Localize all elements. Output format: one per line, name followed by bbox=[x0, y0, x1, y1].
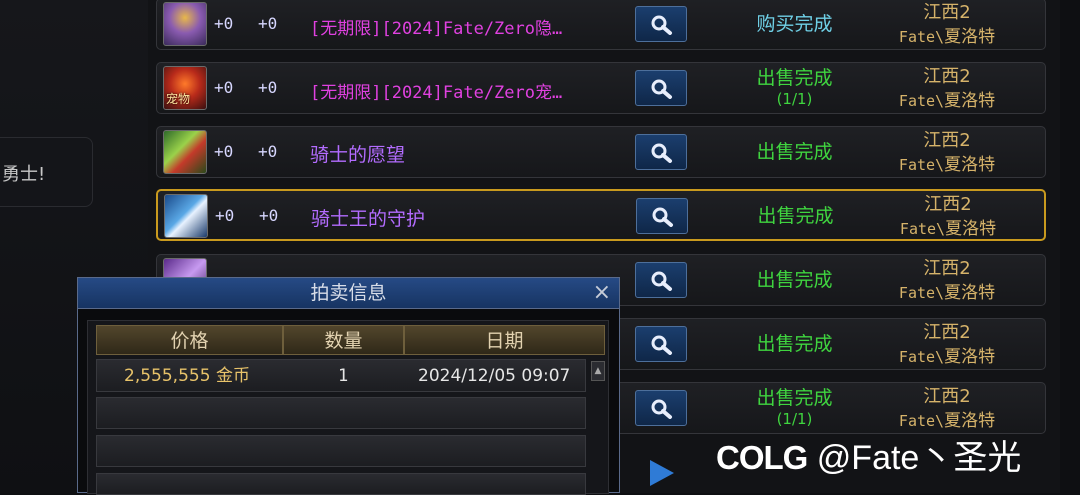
search-button[interactable] bbox=[635, 262, 687, 298]
item-icon-weapon[interactable] bbox=[163, 130, 207, 174]
dialog-title: 拍卖信息 bbox=[310, 282, 387, 304]
server-name: 江西2 bbox=[923, 258, 971, 279]
left-dialog-text: 勇士! bbox=[2, 164, 46, 185]
server-name: 江西2 bbox=[923, 322, 971, 343]
date-value: 2024/12/05 09:07 bbox=[418, 366, 571, 386]
search-button[interactable] bbox=[635, 70, 687, 106]
refine-level: +0 bbox=[258, 78, 278, 97]
enhance-level: +0 bbox=[214, 142, 234, 161]
colg-logo: COLG bbox=[716, 439, 808, 476]
scroll-up-button[interactable]: ▲ bbox=[591, 361, 605, 381]
seller-name: Fate\夏洛特 bbox=[898, 347, 996, 367]
column-header-date: 日期 bbox=[404, 325, 605, 355]
seller-name: Fate\夏洛特 bbox=[898, 155, 996, 175]
trade-status: 出售完成 bbox=[756, 269, 833, 291]
left-dialog-fragment: 勇士! bbox=[0, 137, 93, 207]
enhance-level: +0 bbox=[214, 78, 234, 97]
seller-info: 江西2 Fate\夏洛特 bbox=[872, 321, 1022, 369]
history-row-selected[interactable]: +0 +0 骑士王的守护 出售完成 江西2 Fate\夏洛特 bbox=[156, 189, 1046, 241]
trade-status: 出售完成 (1/1) bbox=[756, 67, 833, 108]
refine-level: +0 bbox=[258, 14, 278, 33]
next-page-arrow-icon[interactable] bbox=[650, 460, 674, 486]
quantity-value: 1 bbox=[338, 366, 349, 386]
price-value: 2,555,555 bbox=[124, 366, 211, 386]
enhance-level: +0 bbox=[214, 14, 234, 33]
column-header-price: 价格 bbox=[96, 325, 283, 355]
close-icon[interactable]: × bbox=[593, 278, 611, 308]
pet-tag: 宠物 bbox=[166, 92, 191, 106]
history-row[interactable]: 宠物 +0 +0 [无期限][2024]Fate/Zero宠… 出售完成 (1/1… bbox=[156, 62, 1046, 114]
refine-level: +0 bbox=[259, 206, 279, 225]
seller-name: Fate\夏洛特 bbox=[898, 27, 996, 47]
server-name: 江西2 bbox=[923, 130, 971, 151]
seller-name: Fate\夏洛特 bbox=[899, 219, 997, 239]
seller-info: 江西2 Fate\夏洛特 bbox=[872, 65, 1022, 113]
column-header-quantity: 数量 bbox=[283, 325, 404, 355]
search-button[interactable] bbox=[635, 6, 687, 42]
item-name: [无期限][2024]Fate/Zero隐… bbox=[310, 19, 563, 39]
table-row-empty bbox=[96, 473, 586, 495]
seller-info: 江西2 Fate\夏洛特 bbox=[872, 257, 1022, 305]
trade-status: 出售完成 (1/1) bbox=[756, 387, 833, 428]
refine-level: +0 bbox=[258, 142, 278, 161]
search-button[interactable] bbox=[635, 390, 687, 426]
magnifier-icon bbox=[651, 15, 672, 35]
table-row-empty bbox=[96, 435, 586, 467]
watermark: COLG @Fate丶圣光 bbox=[716, 430, 1021, 479]
currency-label: 金币 bbox=[216, 366, 250, 386]
history-row[interactable]: +0 +0 [无期限][2024]Fate/Zero隐… 购买完成 江西2 Fa… bbox=[156, 0, 1046, 50]
auction-info-table: 价格 数量 日期 2,555,555 金币 1 2024/12/05 09:07… bbox=[87, 320, 609, 495]
auction-info-dialog: 拍卖信息 × 价格 数量 日期 2,555,555 金币 1 2024/12/0… bbox=[77, 277, 620, 495]
item-icon-shield[interactable] bbox=[164, 194, 208, 238]
item-icon-pet[interactable]: 宠物 bbox=[163, 66, 207, 110]
magnifier-icon bbox=[651, 79, 672, 99]
server-name: 江西2 bbox=[923, 386, 971, 407]
server-name: 江西2 bbox=[923, 66, 971, 87]
item-icon-avatar[interactable] bbox=[163, 2, 207, 46]
server-name: 江西2 bbox=[923, 2, 971, 23]
seller-name: Fate\夏洛特 bbox=[898, 283, 996, 303]
table-row-empty bbox=[96, 397, 586, 429]
seller-info: 江西2 Fate\夏洛特 bbox=[872, 385, 1022, 433]
item-name: 骑士的愿望 bbox=[310, 144, 406, 166]
server-name: 江西2 bbox=[924, 194, 972, 215]
dialog-title-bar: 拍卖信息 × bbox=[78, 278, 619, 309]
watermark-handle: @Fate丶圣光 bbox=[816, 439, 1022, 477]
trade-status: 出售完成 bbox=[757, 205, 834, 227]
item-name: [无期限][2024]Fate/Zero宠… bbox=[310, 83, 563, 103]
item-name: 骑士王的守护 bbox=[311, 208, 426, 230]
magnifier-icon bbox=[651, 271, 672, 291]
magnifier-icon bbox=[651, 143, 672, 163]
magnifier-icon bbox=[651, 335, 672, 355]
seller-info: 江西2 Fate\夏洛特 bbox=[872, 129, 1022, 177]
trade-status: 出售完成 bbox=[756, 333, 833, 355]
magnifier-icon bbox=[652, 207, 673, 227]
seller-info: 江西2 Fate\夏洛特 bbox=[873, 193, 1023, 241]
search-button[interactable] bbox=[635, 134, 687, 170]
trade-status: 出售完成 bbox=[756, 141, 833, 163]
magnifier-icon bbox=[651, 399, 672, 419]
seller-info: 江西2 Fate\夏洛特 bbox=[872, 1, 1022, 49]
enhance-level: +0 bbox=[215, 206, 235, 225]
trade-status: 购买完成 bbox=[756, 13, 833, 35]
search-button[interactable] bbox=[635, 326, 687, 362]
history-row[interactable]: +0 +0 骑士的愿望 出售完成 江西2 Fate\夏洛特 bbox=[156, 126, 1046, 178]
search-button[interactable] bbox=[636, 198, 688, 234]
seller-name: Fate\夏洛特 bbox=[898, 91, 996, 111]
